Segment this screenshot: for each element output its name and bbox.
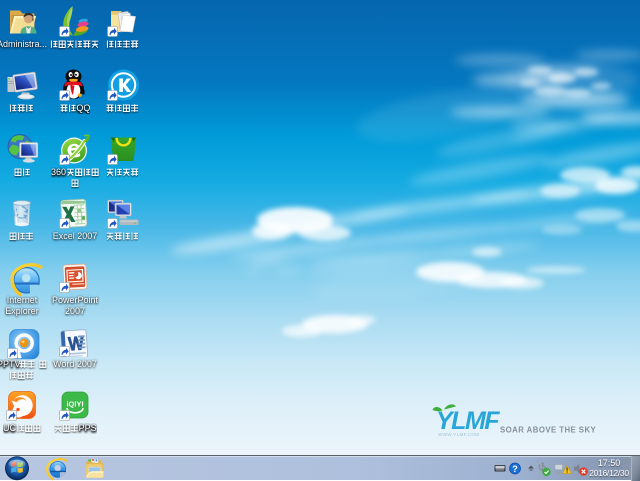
svg-text:PPTV: PPTV (0, 359, 20, 369)
svg-text:QQ: QQ (76, 103, 90, 113)
svg-text:?: ? (512, 464, 518, 474)
svg-text:360: 360 (51, 167, 66, 177)
svg-text:UC: UC (3, 423, 16, 433)
svg-text:PPS: PPS (78, 423, 96, 433)
svg-text:SOAR ABOVE THE SKY: SOAR ABOVE THE SKY (500, 426, 597, 435)
svg-text:WWW.YLMF.COM: WWW.YLMF.COM (438, 432, 479, 437)
svg-text:YLMF: YLMF (436, 407, 500, 435)
svg-text:iQIYI: iQIYI (66, 400, 83, 409)
